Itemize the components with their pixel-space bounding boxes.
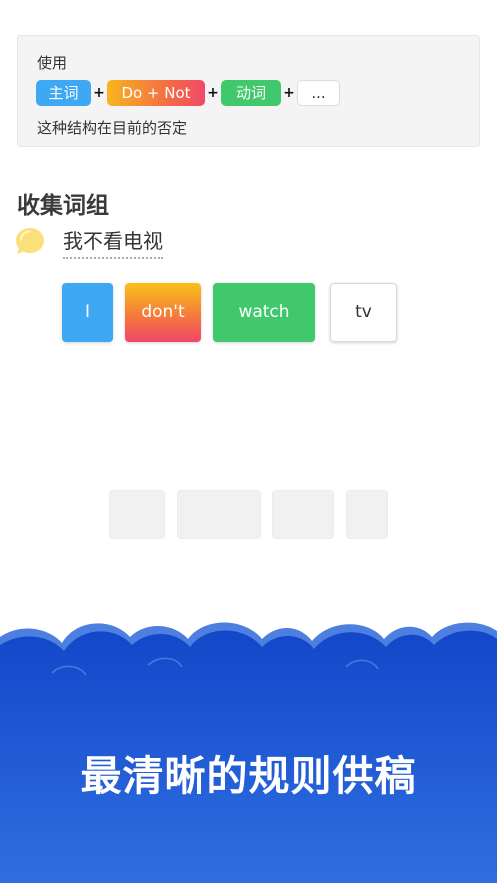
word-card-i[interactable]: I: [62, 283, 113, 342]
plus-sign: +: [93, 85, 105, 101]
speech-bubble-icon[interactable]: [14, 225, 46, 257]
plus-sign: +: [283, 85, 295, 101]
rule-box: 使用 主词 + Do + Not + 动词 + ... 这种结构在目前的否定: [17, 35, 480, 147]
word-card-tv[interactable]: tv: [330, 283, 397, 342]
section-title: 收集词组: [17, 193, 109, 219]
banner-slogan: 最清晰的规则供稿: [80, 752, 417, 800]
plus-sign: +: [207, 85, 219, 101]
rule-description: 这种结构在目前的否定: [37, 119, 188, 137]
word-card-watch[interactable]: watch: [213, 283, 315, 342]
word-card-dont[interactable]: don't: [125, 283, 201, 342]
answer-slot[interactable]: [177, 490, 261, 539]
do-not-tag: Do + Not: [107, 80, 205, 106]
answer-slot[interactable]: [109, 490, 165, 539]
rule-intro: 使用: [37, 54, 68, 72]
answer-slot[interactable]: [346, 490, 388, 539]
prompt-sentence[interactable]: 我不看电视: [63, 225, 163, 259]
subject-tag: 主词: [36, 80, 91, 106]
verb-tag: 动词: [221, 80, 281, 106]
promo-banner: 最清晰的规则供稿: [0, 615, 497, 883]
more-tag: ...: [297, 80, 340, 106]
answer-slot[interactable]: [272, 490, 334, 539]
rule-formula: 主词 + Do + Not + 动词 + ...: [36, 80, 340, 106]
